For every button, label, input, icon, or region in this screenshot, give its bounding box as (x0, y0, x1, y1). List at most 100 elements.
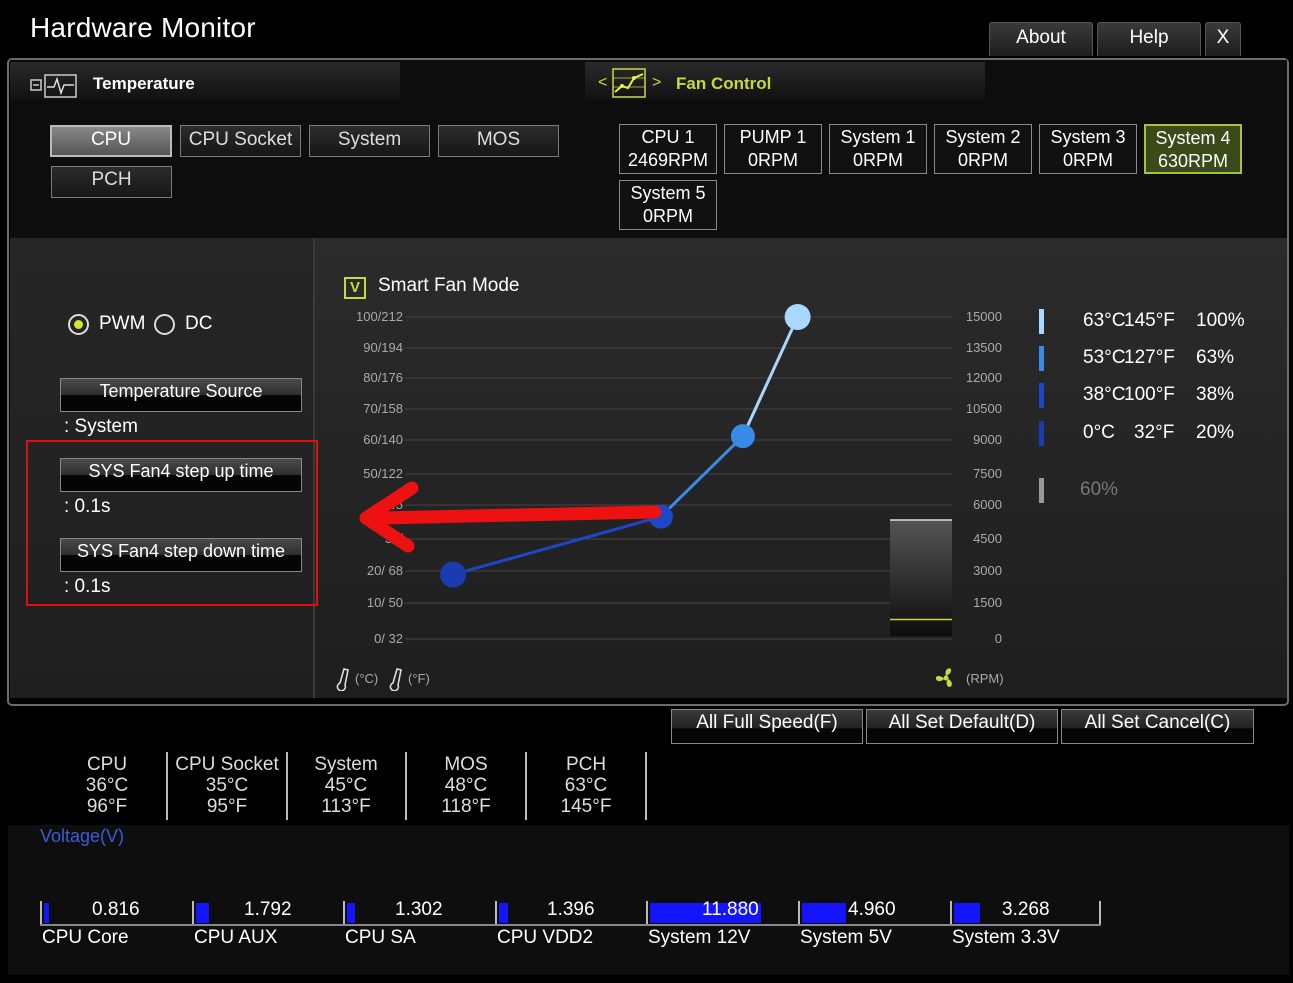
legend-celsius: 38°C (1083, 384, 1126, 405)
legend-current-percent: 60% (1080, 479, 1119, 500)
voltage-bar (44, 903, 49, 923)
voltage-meter: 0.816 (40, 899, 190, 925)
celsius-unit: (°C) (355, 671, 379, 686)
voltage-bar (802, 903, 846, 923)
voltage-panel (8, 825, 1289, 975)
left-axis-tick: 0/ 32 (374, 631, 403, 646)
voltage-value: 1.396 (547, 899, 595, 920)
voltage-value: 1.302 (395, 899, 443, 920)
fahrenheit-unit: (°F) (408, 671, 430, 686)
temp-name: PCH (565, 754, 607, 775)
temp-c: 45°C (324, 775, 368, 796)
thermometer-celsius-icon (332, 667, 352, 692)
temp-c: 35°C (205, 775, 249, 796)
curve-point[interactable] (730, 424, 755, 449)
temp-c: 36°C (85, 775, 129, 796)
voltage-value: 4.960 (848, 899, 896, 920)
right-axis-tick: 13500 (966, 340, 1002, 355)
meter-tick (192, 901, 194, 925)
legend-celsius: 0°C (1083, 422, 1115, 443)
all-full-speed-button[interactable]: All Full Speed(F) (671, 709, 863, 744)
voltage-meter: 4.960 (798, 899, 948, 925)
temp-name: CPU (86, 754, 128, 775)
all-set-cancel-button[interactable]: All Set Cancel(C) (1061, 709, 1254, 744)
temp-c: 48°C (444, 775, 488, 796)
meter-tick (646, 901, 648, 925)
temp-f: 96°F (86, 796, 128, 817)
voltage-meter: 11.880 (646, 899, 796, 925)
left-axis-tick: 70/158 (363, 401, 403, 416)
legend-percent: 20% (1196, 422, 1235, 443)
voltage-label: CPU VDD2 (497, 927, 594, 948)
legend-color-bar (1039, 346, 1044, 371)
voltage-label: CPU Core (42, 927, 129, 948)
voltage-label: System 5V (800, 927, 892, 948)
rpm-unit: (RPM) (966, 671, 1004, 686)
voltage-bar (954, 903, 980, 923)
legend-fahrenheit: 32°F (1134, 422, 1175, 443)
all-set-default-button[interactable]: All Set Default(D) (866, 709, 1058, 744)
legend-color-bar (1039, 421, 1044, 446)
legend-percent: 100% (1196, 310, 1245, 331)
left-axis-tick: 100/212 (356, 309, 403, 324)
voltage-bar (196, 903, 209, 923)
temp-reading-system: System 45°C 113°F (287, 754, 405, 817)
thermometer-fahrenheit-icon (385, 667, 405, 692)
voltage-bar (499, 903, 508, 923)
legend-celsius: 53°C (1083, 347, 1126, 368)
meter-tick (798, 901, 800, 925)
right-axis-tick: 15000 (966, 309, 1002, 324)
left-axis-tick: 80/176 (363, 370, 403, 385)
legend-percent: 63% (1196, 347, 1235, 368)
voltage-label: System 12V (648, 927, 751, 948)
temp-f: 95°F (206, 796, 248, 817)
voltage-value: 0.816 (92, 899, 140, 920)
legend-celsius: 63°C (1083, 310, 1126, 331)
voltage-value: 11.880 (702, 899, 759, 920)
voltage-label: CPU AUX (194, 927, 278, 948)
temp-f: 145°F (560, 796, 612, 817)
temp-name: System (314, 754, 378, 775)
voltage-meter: 1.302 (343, 899, 493, 925)
curve-segment (741, 316, 799, 437)
temp-reading-cpu-socket: CPU Socket 35°C 95°F (168, 754, 286, 817)
right-axis-tick: 3000 (973, 563, 1002, 578)
right-axis-tick: 1500 (973, 595, 1002, 610)
legend-fahrenheit: 127°F (1124, 347, 1175, 368)
voltage-value: 1.792 (244, 899, 292, 920)
left-axis-tick: 20/ 68 (367, 563, 403, 578)
right-axis-tick: 10500 (966, 401, 1002, 416)
temp-f: 118°F (441, 796, 491, 817)
legend-percent: 38% (1196, 384, 1235, 405)
right-axis-tick: 4500 (973, 531, 1002, 546)
temp-name: CPU Socket (175, 754, 279, 775)
right-axis-tick: 9000 (973, 432, 1002, 447)
left-axis-tick: 90/194 (363, 340, 403, 355)
voltage-meter: 1.396 (495, 899, 645, 925)
curve-point[interactable] (784, 304, 811, 330)
curve-point[interactable] (440, 561, 466, 588)
meter-tick (950, 901, 952, 925)
voltage-label: CPU SA (345, 927, 416, 948)
rpm-range-bar (890, 520, 952, 636)
legend-fahrenheit: 145°F (1124, 310, 1175, 331)
temp-divider (645, 752, 647, 820)
legend-color-bar (1039, 478, 1044, 503)
meter-tick (343, 901, 345, 925)
right-axis-tick: 12000 (966, 370, 1002, 385)
voltage-meter: 1.792 (192, 899, 342, 925)
right-axis-tick: 6000 (973, 497, 1002, 512)
legend-color-bar (1039, 309, 1044, 334)
left-axis-tick: 60/140 (363, 432, 403, 447)
legend-fahrenheit: 100°F (1124, 384, 1175, 405)
temp-name: MOS (444, 754, 488, 775)
annotation-arrow-icon (359, 481, 662, 553)
meter-tick (40, 901, 42, 925)
temp-reading-pch: PCH 63°C 145°F (527, 754, 645, 817)
voltage-value: 3.268 (1002, 899, 1050, 920)
fan-icon (934, 666, 958, 690)
voltage-meter: 3.268 (950, 899, 1100, 925)
voltage-label: System 3.3V (952, 927, 1060, 948)
left-axis-tick: 10/ 50 (367, 595, 403, 610)
voltage-bar (347, 903, 355, 923)
